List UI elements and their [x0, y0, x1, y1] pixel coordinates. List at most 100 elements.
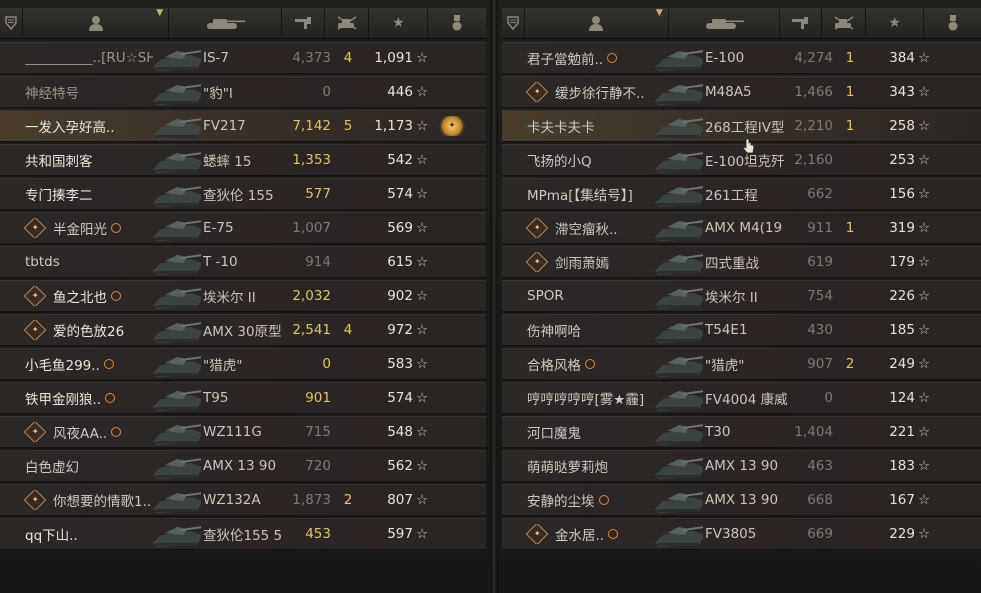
player-row[interactable]: 白色虚幻 AMX 13 90 720 562 ☆ — [0, 450, 486, 482]
player-cell[interactable]: 神经特号 — [22, 82, 153, 102]
damage-column-header[interactable] — [282, 8, 325, 38]
medal-cell[interactable]: ✦ — [431, 116, 473, 136]
xp-value: 1,173 — [374, 118, 413, 134]
player-cell[interactable]: 飞扬的小Q — [524, 150, 655, 170]
star-icon: ☆ — [917, 118, 931, 134]
star-icon: ☆ — [917, 424, 931, 440]
player-row[interactable]: 小毛鱼299.. "猎虎" 0 583 ☆ — [0, 348, 486, 380]
player-cell[interactable]: qq下山.. — [22, 524, 153, 544]
player-cell[interactable]: 河口魔鬼 — [524, 422, 655, 442]
player-cell[interactable]: 一发入孕好高.. — [22, 116, 153, 136]
player-cell[interactable]: ✦ 剑雨萧嫣 — [524, 252, 655, 272]
player-row[interactable]: 铁甲金刚狼.. T95 901 574 ☆ — [0, 382, 486, 414]
damage-icon — [792, 17, 809, 29]
damage-value: 1,007 — [292, 220, 331, 236]
player-cell[interactable]: 白色虚幻 — [22, 456, 153, 476]
player-row[interactable]: SPOR 埃米尔 II 754 226 ☆ — [502, 280, 981, 312]
kills-column-header[interactable] — [822, 8, 867, 38]
player-cell[interactable]: 共和国刺客 — [22, 150, 153, 170]
xp-column-header[interactable]: ★ — [369, 8, 429, 38]
vehicle-column-header[interactable]: ▼ — [156, 8, 282, 38]
player-row[interactable]: ✦ 滞空瘤秋.. AMX M4(19 911 1 319 ☆ — [502, 212, 981, 244]
player-cell[interactable]: 小毛鱼299.. — [22, 354, 153, 374]
squad-icon[interactable] — [0, 8, 23, 38]
player-cell[interactable]: ✦ 风夜AA.. — [22, 422, 153, 442]
player-name: 飞扬的小Q — [527, 154, 592, 170]
kills-value: 4 — [343, 50, 353, 66]
player-row[interactable]: 专门揍李二 查狄伦 155 577 574 ☆ — [0, 178, 486, 210]
tank-silhouette-icon — [153, 49, 201, 71]
player-name: 专门揍李二 — [25, 188, 93, 204]
player-row[interactable]: tbtds T -10 914 615 ☆ — [0, 246, 486, 278]
player-row[interactable]: ✦ 爱的色放26 AMX 30原型 2,541 4 972 ☆ — [0, 314, 486, 346]
damage-column-header[interactable] — [780, 8, 822, 38]
kills-icon — [834, 16, 853, 30]
player-cell[interactable]: 安静的尘埃 — [524, 490, 655, 510]
player-row[interactable]: 神经特号 "豹"I 0 446 ☆ — [0, 76, 486, 108]
player-row[interactable]: ✦ 风夜AA.. WZ111G 715 548 ☆ — [0, 416, 486, 448]
player-row[interactable]: ✦ 半金阳光 E-75 1,007 569 ☆ — [0, 212, 486, 244]
player-cell[interactable]: 萌萌哒萝莉炮 — [524, 456, 655, 476]
player-row[interactable]: 君子當勉前.. E-100 4,274 1 384 ☆ — [502, 42, 981, 74]
player-cell[interactable]: __________..[RU☆SH] — [22, 50, 153, 66]
player-cell[interactable]: ✦ 缓步徐行静不.. — [524, 82, 655, 102]
player-row[interactable]: ✦ 鱼之北也 埃米尔 II 2,032 902 ☆ — [0, 280, 486, 312]
medal-icon — [948, 15, 958, 31]
player-cell[interactable]: tbtds — [22, 254, 153, 270]
player-cell[interactable]: SPOR — [524, 288, 655, 304]
vehicle-image — [655, 349, 703, 379]
damage-value: 577 — [305, 186, 331, 202]
player-cell[interactable]: 合格风格 — [524, 354, 655, 374]
player-row[interactable]: MPma[【集结号】] 261工程 662 156 ☆ — [502, 178, 981, 210]
squad-icon[interactable] — [502, 8, 525, 38]
player-row[interactable]: __________..[RU☆SH] IS-7 4,373 4 1,091 ☆ — [0, 42, 486, 74]
player-column-header[interactable] — [23, 8, 170, 38]
achievement-medal-icon[interactable]: ✦ — [442, 116, 462, 136]
damage-value: 715 — [305, 424, 331, 440]
medal-column-header[interactable] — [428, 8, 486, 38]
player-row[interactable]: ✦ 金水居.. FV3805 669 229 ☆ — [502, 518, 981, 550]
player-row[interactable]: 河口魔鬼 T30 1,404 221 ☆ — [502, 416, 981, 448]
player-row[interactable]: ✦ 你想要的情歌1.. WZ132A 1,873 2 807 ☆ — [0, 484, 486, 516]
player-cell[interactable]: ✦ 滞空瘤秋.. — [524, 218, 655, 238]
player-row[interactable]: 伤神啊哈 T54E1 430 185 ☆ — [502, 314, 981, 346]
player-cell[interactable]: ✦ 金水居.. — [524, 524, 655, 544]
player-cell[interactable]: MPma[【集结号】] — [524, 184, 655, 204]
player-cell[interactable]: ✦ 半金阳光 — [22, 218, 153, 238]
player-row[interactable]: ✦ 剑雨萧嫣 四式重战 619 179 ☆ — [502, 246, 981, 278]
player-cell[interactable]: 专门揍李二 — [22, 184, 153, 204]
player-row[interactable]: 共和国刺客 蟋蟀 15 1,353 542 ☆ — [0, 144, 486, 176]
player-row[interactable]: 一发入孕好高.. FV217 7,142 5 1,173 ☆ ✦ — [0, 110, 486, 142]
kills-icon — [337, 16, 356, 30]
player-cell[interactable]: 伤神啊哈 — [524, 320, 655, 340]
player-cell[interactable]: ✦ 鱼之北也 — [22, 286, 153, 306]
damage-value: 2,210 — [794, 118, 833, 134]
vehicle-column-header[interactable]: ▼ — [656, 8, 780, 38]
tank-silhouette-icon — [655, 253, 703, 275]
kills-column-header[interactable] — [325, 8, 370, 38]
damage-value: 901 — [305, 390, 331, 406]
player-name: __________..[RU☆SH] — [25, 50, 153, 66]
player-cell[interactable]: 哼哼哼哼哼[雾★霾] — [524, 388, 655, 408]
player-row[interactable]: 萌萌哒萝莉炮 AMX 13 90 463 183 ☆ — [502, 450, 981, 482]
player-cell[interactable]: ✦ 你想要的情歌1.. — [22, 490, 153, 510]
player-row[interactable]: 哼哼哼哼哼[雾★霾] FV4004 康威 0 124 ☆ — [502, 382, 981, 414]
xp-value: 185 — [889, 322, 915, 338]
player-cell[interactable]: 铁甲金刚狼.. — [22, 388, 153, 408]
player-cell[interactable]: ✦ 爱的色放26 — [22, 320, 153, 340]
star-icon: ☆ — [415, 118, 429, 134]
vehicle-image — [655, 179, 703, 209]
player-column-header[interactable] — [525, 8, 669, 38]
player-cell[interactable]: 君子當勉前.. — [524, 48, 655, 68]
medal-column-header[interactable] — [924, 8, 981, 38]
tank-silhouette-icon — [153, 151, 201, 173]
xp-column-header[interactable]: ★ — [866, 8, 925, 38]
player-row[interactable]: ✦ 缓步徐行静不.. M48A5 1,466 1 343 ☆ — [502, 76, 981, 108]
tank-silhouette-icon — [655, 525, 703, 547]
player-row[interactable]: 合格风格 "猎虎" 907 2 249 ☆ — [502, 348, 981, 380]
player-row[interactable]: qq下山.. 查狄伦155 5 453 597 ☆ — [0, 518, 486, 550]
player-cell[interactable]: 卡夫卡夫卡 — [524, 116, 655, 136]
vehicle-name: FV4004 康威 — [705, 392, 788, 408]
player-row[interactable]: 安静的尘埃 AMX 13 90 668 167 ☆ — [502, 484, 981, 516]
squad-badge-icon: ✦ — [525, 252, 549, 272]
